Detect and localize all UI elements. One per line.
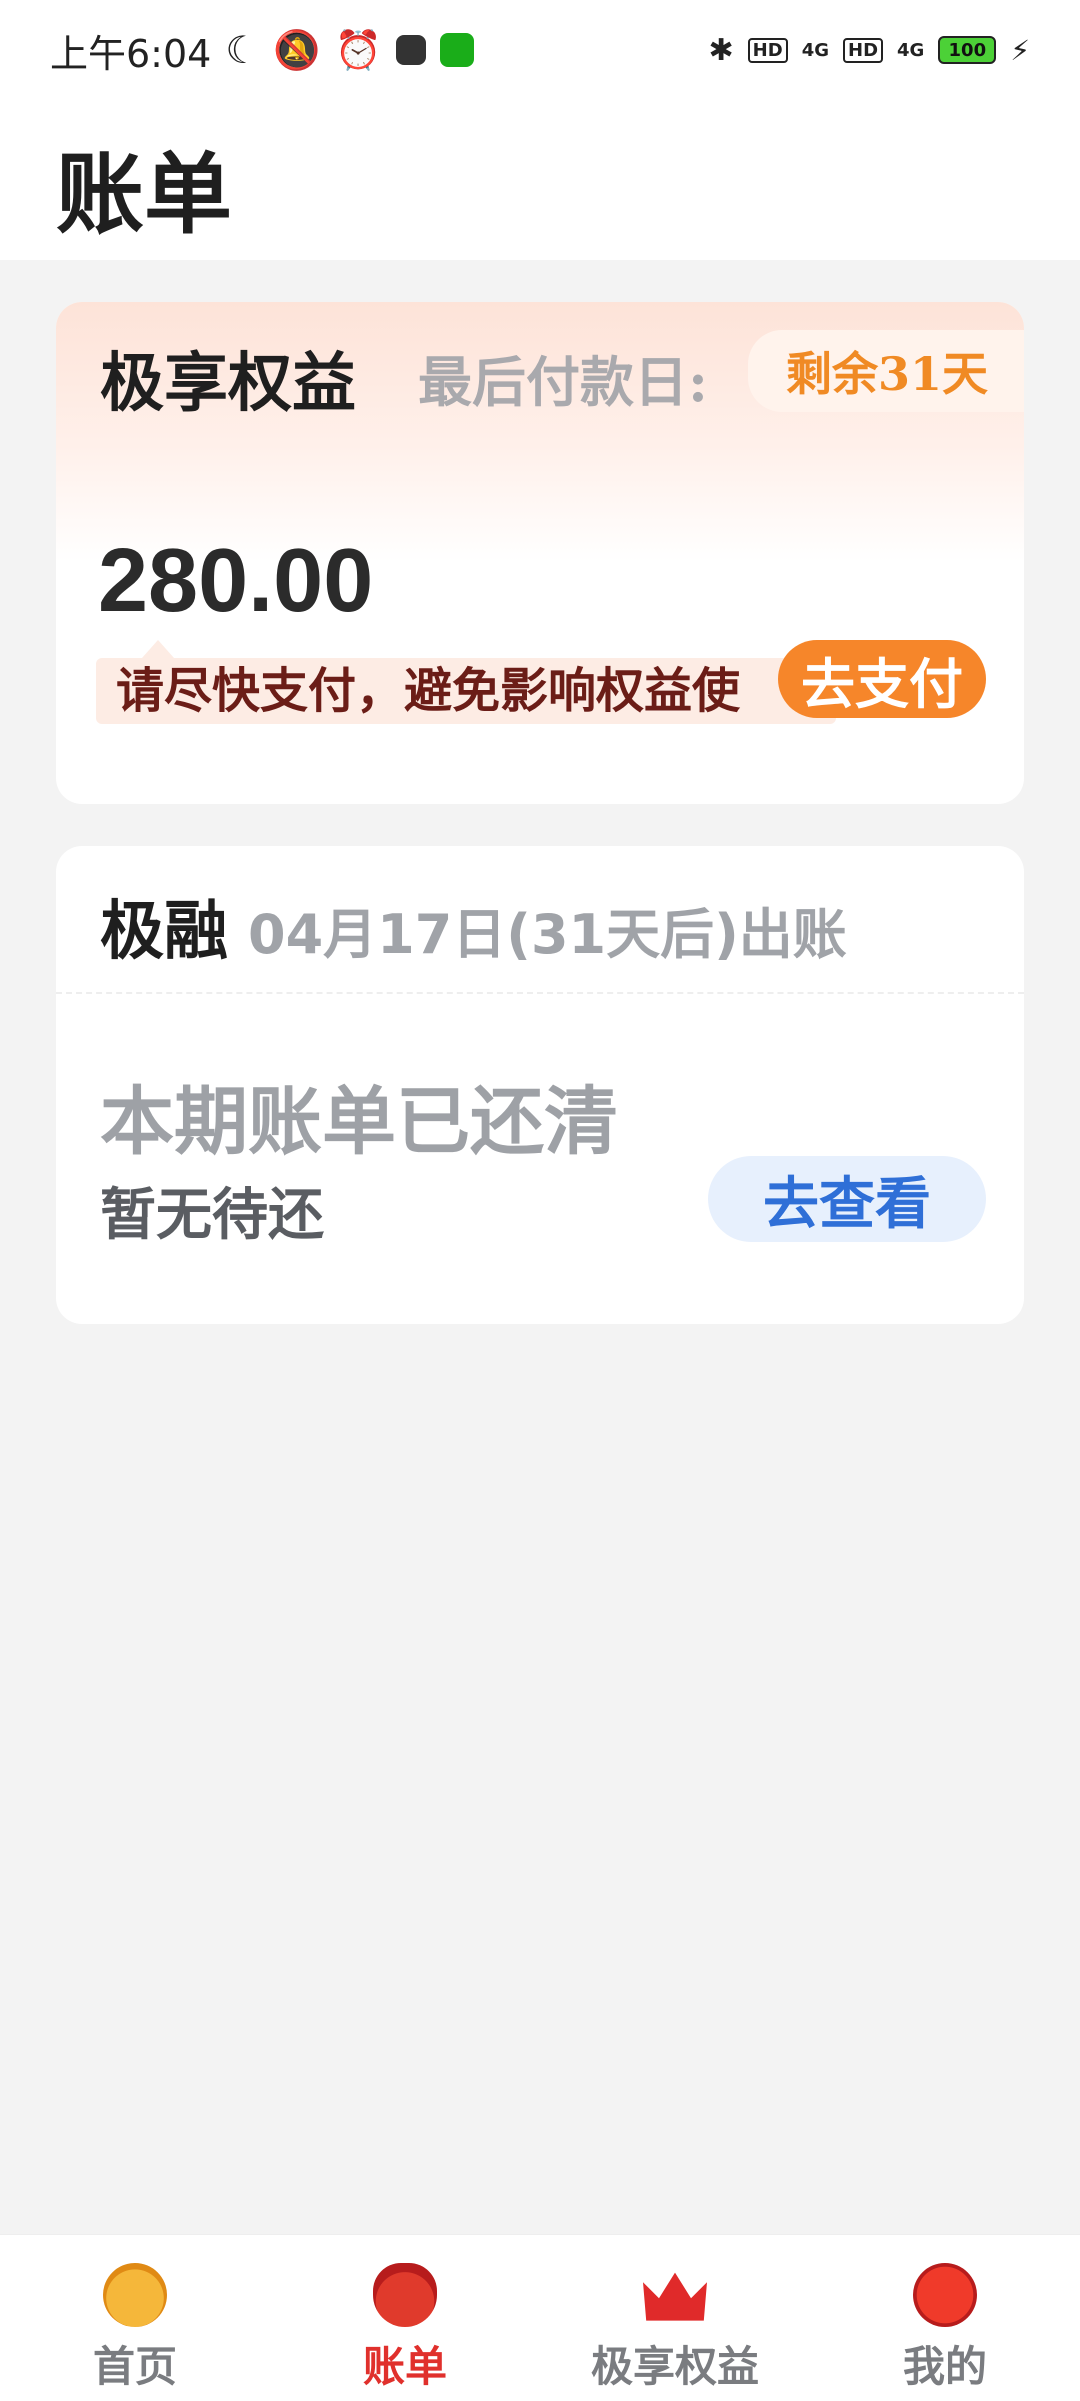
charging-icon: ⚡ — [1010, 33, 1030, 67]
last-pay-date: 最后付款日: — [418, 350, 708, 414]
payment-warning: 请尽快支付，避免影响权益使 — [96, 658, 836, 724]
page-title: 账单 — [56, 142, 233, 246]
bottom-nav: 首页 账单 极享权益 我的 — [0, 2234, 1080, 2401]
no-due-text: 暂无待还 — [100, 1182, 324, 1248]
tiger-icon — [103, 2263, 167, 2327]
nav-label: 我的 — [902, 2342, 987, 2391]
nav-item-benefits[interactable]: 极享权益 — [540, 2235, 810, 2401]
hd-badge-1: HD — [747, 37, 788, 63]
bill-date: 04月17日(31天后)出账 — [248, 903, 847, 966]
wechat-icon — [440, 33, 475, 67]
red-bag-icon — [373, 2263, 437, 2327]
page-header: 账单 — [0, 100, 1080, 260]
status-bar: 上午6:04 ☾ 🔕 ⏰ ✱ HD 4G HD 4G 100 ⚡ — [0, 0, 1080, 100]
lantern-icon — [913, 2263, 977, 2327]
alarm-icon: ⏰ — [334, 27, 383, 72]
nav-label: 账单 — [362, 2342, 447, 2391]
days-remaining-badge: 剩余31天 — [747, 330, 1024, 412]
app-notification-icon — [396, 35, 427, 65]
nav-item-mine[interactable]: 我的 — [810, 2235, 1080, 2401]
view-button[interactable]: 去查看 — [708, 1156, 986, 1242]
card-title: 极享权益 — [100, 346, 356, 421]
nav-item-bill[interactable]: 账单 — [270, 2235, 540, 2401]
pay-button[interactable]: 去支付 — [778, 640, 986, 718]
cleared-status: 本期账单已还清 — [100, 1079, 618, 1165]
card-title: 极融 — [100, 894, 228, 969]
moon-icon: ☾ — [225, 28, 260, 72]
hd-badge-2: HD — [843, 37, 884, 63]
loan-bill-card[interactable]: 极融 04月17日(31天后)出账 本期账单已还清 暂无待还 去查看 — [56, 846, 1024, 1324]
nav-item-home[interactable]: 首页 — [0, 2235, 270, 2401]
card-header: 极融 04月17日(31天后)出账 — [100, 880, 847, 972]
bluetooth-icon: ✱ — [708, 32, 734, 68]
benefits-bill-card[interactable]: 极享权益 最后付款日: 剩余31天 280.00 请尽快支付，避免影响权益使 去… — [56, 302, 1024, 804]
bell-off-icon: 🔕 — [273, 27, 321, 72]
amount-due: 280.00 — [98, 531, 374, 631]
signal-1: 4G — [801, 39, 829, 61]
battery-indicator: 100 — [938, 36, 997, 64]
nav-label: 首页 — [92, 2342, 177, 2391]
dashed-divider — [56, 992, 1024, 994]
warning-tip-arrow — [142, 640, 174, 658]
crown-icon — [643, 2272, 707, 2321]
status-time: 上午6:04 — [50, 31, 212, 76]
signal-2: 4G — [897, 39, 925, 61]
status-right: ✱ HD 4G HD 4G 100 ⚡ — [709, 33, 1030, 68]
nav-label: 极享权益 — [590, 2342, 759, 2391]
status-left: 上午6:04 ☾ 🔕 ⏰ — [50, 23, 475, 78]
